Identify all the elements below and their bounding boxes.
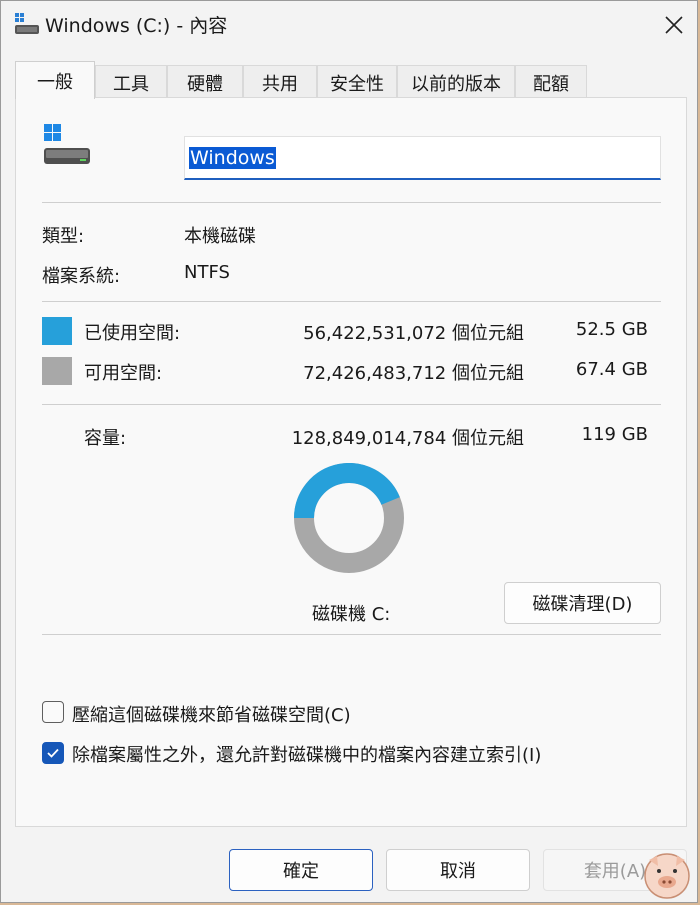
index-label[interactable]: 除檔案屬性之外，還允許對磁碟機中的檔案內容建立索引(I) bbox=[72, 741, 541, 767]
tab-hardware[interactable]: 硬體 bbox=[167, 65, 243, 99]
volume-name-value: Windows bbox=[189, 146, 276, 169]
divider bbox=[42, 202, 661, 203]
ok-button[interactable]: 確定 bbox=[229, 849, 373, 891]
tab-tools[interactable]: 工具 bbox=[95, 65, 167, 99]
compress-label[interactable]: 壓縮這個磁碟機來節省磁碟空間(C) bbox=[72, 701, 351, 727]
filesystem-label: 檔案系統: bbox=[42, 266, 121, 287]
window-title: Windows (C:) - 內容 bbox=[45, 15, 228, 37]
filesystem-value: NTFS bbox=[184, 262, 230, 283]
free-space-size: 67.4 GB bbox=[575, 359, 648, 380]
tab-sharing[interactable]: 共用 bbox=[243, 65, 317, 99]
drive-icon bbox=[44, 124, 90, 164]
volume-name-input[interactable]: Windows bbox=[184, 136, 661, 180]
capacity-bytes: 128,849,014,784 個位元組 bbox=[291, 428, 524, 449]
title-bar: Windows (C:) - 內容 bbox=[1, 1, 697, 49]
tab-previous-versions[interactable]: 以前的版本 bbox=[397, 65, 515, 99]
used-space-bytes: 56,422,531,072 個位元組 bbox=[303, 323, 524, 344]
checkmark-icon bbox=[47, 748, 59, 758]
capacity-size: 119 GB bbox=[581, 424, 648, 445]
tab-general[interactable]: 一般 bbox=[15, 61, 95, 99]
drive-label: 磁碟機 C: bbox=[312, 604, 391, 625]
free-space-bytes: 72,426,483,712 個位元組 bbox=[303, 363, 524, 384]
compress-checkbox[interactable] bbox=[42, 701, 64, 723]
close-icon bbox=[665, 16, 683, 34]
used-space-label: 已使用空間: bbox=[84, 323, 181, 344]
used-space-arc bbox=[294, 463, 400, 519]
disk-cleanup-button[interactable]: 磁碟清理(D) bbox=[504, 582, 661, 624]
used-space-swatch bbox=[42, 317, 72, 345]
pig-mascot-watermark bbox=[644, 853, 690, 899]
free-space-label: 可用空間: bbox=[84, 363, 163, 384]
general-panel: Windows 類型: 本機磁碟 檔案系統: NTFS 已使用空間: 56,42… bbox=[15, 97, 687, 827]
used-space-size: 52.5 GB bbox=[575, 319, 648, 340]
index-checkbox[interactable] bbox=[42, 742, 64, 764]
free-space-swatch bbox=[42, 357, 72, 385]
tab-security[interactable]: 安全性 bbox=[317, 65, 397, 99]
type-value: 本機磁碟 bbox=[184, 226, 256, 247]
type-label: 類型: bbox=[42, 226, 85, 247]
capacity-label: 容量: bbox=[84, 428, 127, 449]
usage-donut bbox=[294, 463, 404, 573]
drive-title-icon bbox=[15, 13, 39, 34]
tab-quota[interactable]: 配額 bbox=[515, 65, 587, 99]
divider bbox=[42, 404, 661, 405]
divider bbox=[42, 301, 661, 302]
divider bbox=[42, 634, 661, 635]
cancel-button[interactable]: 取消 bbox=[386, 849, 530, 891]
close-button[interactable] bbox=[651, 1, 697, 49]
properties-window: Windows (C:) - 內容 一般 工具 硬體 共用 安全性 以前的版本 … bbox=[0, 0, 698, 903]
